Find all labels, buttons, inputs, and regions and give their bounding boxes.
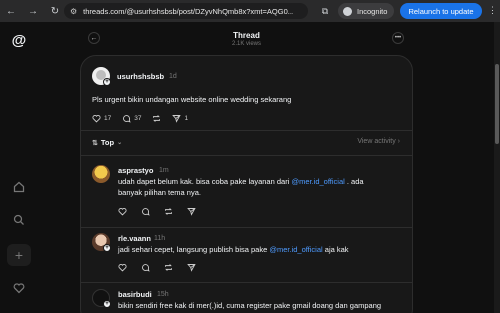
sort-dropdown[interactable]: ⇅ Top ⌄ (92, 138, 122, 147)
comment-icon (142, 207, 150, 216)
reply-text: jadi sehari cepet, langsung publish bisa… (118, 245, 349, 254)
incognito-badge[interactable]: Incognito (338, 3, 395, 19)
divider (81, 155, 412, 156)
like-button[interactable]: 17 (92, 114, 111, 123)
relaunch-label: Relaunch to update (408, 6, 474, 16)
thread-card: + usurhshsbsb 1d Pls urgent bikin undang… (80, 55, 413, 313)
search-icon[interactable] (11, 212, 27, 228)
send-icon (187, 207, 196, 216)
browser-toolbar: ← → ↻ ⚙ threads.com/@usurhshsbsb/post/DZ… (0, 0, 500, 22)
address-bar[interactable]: ⚙ threads.com/@usurhshsbsb/post/DZyvNhQm… (64, 3, 308, 19)
mention-link[interactable]: @mer.id_official (291, 177, 344, 186)
send-icon (172, 114, 182, 123)
reply-actions (118, 205, 196, 217)
divider (81, 282, 412, 283)
comment-icon (142, 263, 150, 272)
scrollbar[interactable] (494, 22, 500, 313)
incognito-icon (343, 6, 352, 16)
heart-icon (118, 207, 127, 216)
heart-icon[interactable] (11, 280, 27, 296)
reply-actions (118, 261, 196, 273)
like-count: 17 (104, 114, 112, 122)
heart-icon (92, 114, 101, 123)
url-text[interactable]: threads.com/@usurhshsbsb/post/DZyvNhQmb8… (83, 7, 293, 16)
repost-icon (153, 114, 161, 122)
site-info-icon[interactable]: ⚙ (70, 7, 77, 16)
extensions-icon[interactable]: ⧉ (318, 4, 332, 18)
post-actions: 17 37 1 (92, 112, 188, 124)
share-button[interactable] (187, 207, 196, 216)
chevron-down-icon: ⌄ (117, 140, 123, 146)
share-button[interactable] (187, 263, 196, 272)
reply-time: 1m (159, 166, 169, 174)
reply-text: udah dapet belum kak. bisa coba pake lay… (118, 177, 364, 186)
view-activity-link[interactable]: View activity › (357, 138, 400, 145)
repost-icon (165, 263, 172, 271)
repost-button[interactable] (152, 114, 161, 123)
post-time: 1d (169, 72, 177, 80)
reply-text-line2: banyak pilihan tema nya. (118, 188, 201, 197)
reply-username[interactable]: basirbudi (118, 290, 152, 299)
views-count: 2.1K views (231, 41, 261, 47)
reply-time: 15h (157, 290, 169, 298)
incognito-label: Incognito (357, 6, 388, 16)
post-text: Pls urgent bikin undangan website online… (92, 95, 292, 104)
reply-username[interactable]: asprastyo (118, 166, 153, 175)
repost-button[interactable] (164, 207, 173, 216)
post-username[interactable]: usurhshsbsb (117, 72, 164, 81)
thread-header: ← Thread 2.1K views ••• (80, 22, 413, 55)
follow-plus-icon[interactable]: + (103, 300, 111, 308)
reply-text: bikin sendiri free kak di mer(.)id, cuma… (118, 301, 382, 310)
send-icon (187, 263, 196, 272)
like-button[interactable] (118, 263, 127, 272)
reload-icon[interactable]: ↻ (48, 4, 62, 18)
follow-plus-icon[interactable]: + (103, 244, 111, 252)
reply-button[interactable] (141, 207, 150, 216)
home-icon[interactable] (11, 179, 27, 195)
relaunch-button[interactable]: Relaunch to update (400, 3, 482, 19)
scrollbar-thumb[interactable] (495, 64, 499, 144)
heart-icon (118, 263, 127, 272)
reply-time: 11h (154, 234, 166, 242)
share-count: 1 (184, 114, 189, 122)
comment-icon (123, 114, 131, 123)
create-post-button[interactable]: + (7, 244, 31, 266)
browser-menu-icon[interactable]: ⋮ (488, 5, 497, 16)
reply-count: 37 (134, 114, 142, 122)
sidebar: @ + (0, 22, 40, 313)
reply-button[interactable] (141, 263, 150, 272)
page-title: Thread (233, 31, 260, 40)
repost-icon (165, 207, 172, 215)
like-button[interactable] (118, 207, 127, 216)
divider (81, 227, 412, 228)
follow-plus-icon[interactable]: + (103, 78, 111, 86)
repost-button[interactable] (164, 263, 173, 272)
view-activity-label: View activity (357, 138, 396, 145)
more-options-button[interactable]: ••• (392, 32, 404, 44)
mention-link[interactable]: @mer.id_official (269, 245, 322, 254)
reply-username[interactable]: rle.vaann (118, 234, 151, 243)
divider (81, 130, 412, 131)
reply-button[interactable]: 37 (122, 114, 141, 123)
sort-label: Top (100, 138, 115, 147)
sort-icon: ⇅ (92, 139, 98, 147)
threads-logo-icon[interactable]: @ (11, 32, 27, 49)
forward-arrow-icon[interactable]: → (26, 4, 40, 18)
share-button[interactable]: 1 (172, 114, 188, 123)
avatar[interactable] (92, 165, 110, 183)
back-arrow-icon[interactable]: ← (4, 4, 18, 18)
